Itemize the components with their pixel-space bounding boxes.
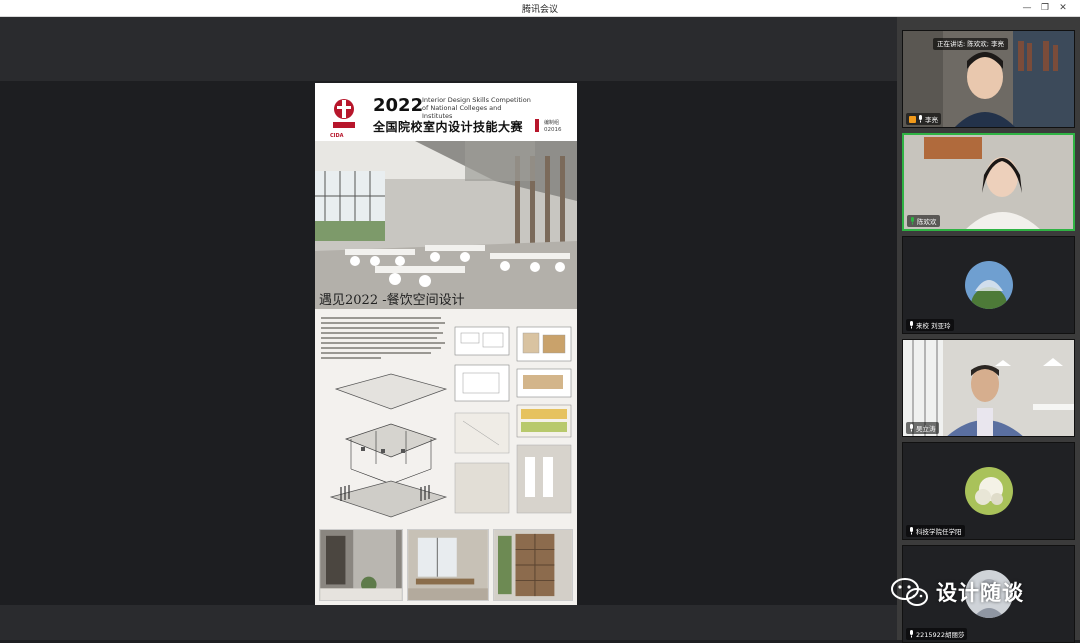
- wechat-icon: [891, 578, 928, 606]
- poster-red-marker: [535, 119, 539, 132]
- participant-nametag-1: 李亮: [906, 113, 941, 125]
- restore-icon[interactable]: ❐: [1038, 2, 1052, 14]
- window-titlebar: 腾讯会议 — ❐ ✕: [0, 0, 1080, 17]
- participant-avatar-3: [965, 261, 1013, 309]
- poster-year: 2022: [373, 95, 424, 116]
- participant-avatar-5: [965, 467, 1013, 515]
- participant-tile-3[interactable]: 来校 刘亚玲: [902, 236, 1075, 334]
- poster-competition-cn: 全国院校室内设计技能大赛: [373, 120, 524, 134]
- close-icon[interactable]: ✕: [1056, 2, 1070, 14]
- floor-plan-column-2: [516, 326, 572, 514]
- shared-screen: CIDA 2022 Interior Design Skills Competi…: [0, 17, 897, 640]
- mic-icon: [910, 321, 913, 329]
- participant-tile-5[interactable]: 科技学院任学阳: [902, 442, 1075, 540]
- poster-photo-2: [407, 529, 489, 601]
- exploded-axonometric-diagram: [329, 373, 448, 518]
- participant-nametag-2: 陈欢欢: [907, 215, 940, 227]
- poster-subtitle: 遇见2022 -餐饮空间设计: [319, 293, 465, 308]
- mic-icon: [910, 630, 913, 638]
- participant-nametag-4: 吴立涛: [906, 422, 939, 434]
- participant-nametag-3: 来校 刘亚玲: [906, 319, 954, 331]
- mic-icon: [910, 527, 913, 535]
- poster-photos: [315, 529, 577, 605]
- window-title: 腾讯会议: [521, 5, 558, 15]
- cida-logo-label: CIDA: [330, 133, 344, 139]
- participant-tile-4[interactable]: 吴立涛: [902, 339, 1075, 437]
- floor-plan-column-1: [454, 326, 510, 514]
- poster-photo-1: [319, 529, 403, 601]
- poster-description-text: [321, 317, 447, 362]
- speaking-indicator: 正在讲话: 陈欢欢; 李亮: [933, 38, 1009, 50]
- wechat-watermark: 设计随谈: [890, 574, 1024, 610]
- poster-photo-3: [493, 529, 573, 601]
- poster-header: CIDA 2022 Interior Design Skills Competi…: [315, 83, 577, 141]
- participant-tile-1[interactable]: 正在讲话: 陈欢欢; 李亮 李亮: [902, 30, 1075, 128]
- poster-diagrams: [315, 311, 577, 525]
- cida-logo-icon: [333, 99, 355, 128]
- watermark-text: 设计随谈: [936, 581, 1024, 605]
- poster-competition-en: Interior Design Skills Competition of Na…: [422, 96, 531, 120]
- participant-tile-2[interactable]: 陈欢欢: [902, 133, 1075, 231]
- minimize-icon[interactable]: —: [1020, 2, 1034, 14]
- shared-poster: CIDA 2022 Interior Design Skills Competi…: [315, 83, 577, 605]
- poster-code-label: 编制组: [544, 120, 560, 126]
- poster-interior-render: [315, 141, 577, 309]
- stage-top-band: [0, 17, 897, 81]
- participant-nametag-6: 2215922胡丽莎: [906, 628, 968, 640]
- mic-icon: [910, 424, 913, 432]
- participants-panel: 正在讲话: 陈欢欢; 李亮 李亮 陈欢欢 来校 刘亚玲 吴立涛 科技学院任学阳 …: [897, 17, 1080, 643]
- poster-code-value: 02016: [544, 127, 562, 133]
- host-icon: [909, 115, 916, 123]
- mic-icon: [919, 115, 922, 123]
- mic-active-icon: [911, 217, 914, 225]
- stage-bottom-band: [0, 605, 897, 640]
- participant-nametag-5: 科技学院任学阳: [906, 525, 965, 537]
